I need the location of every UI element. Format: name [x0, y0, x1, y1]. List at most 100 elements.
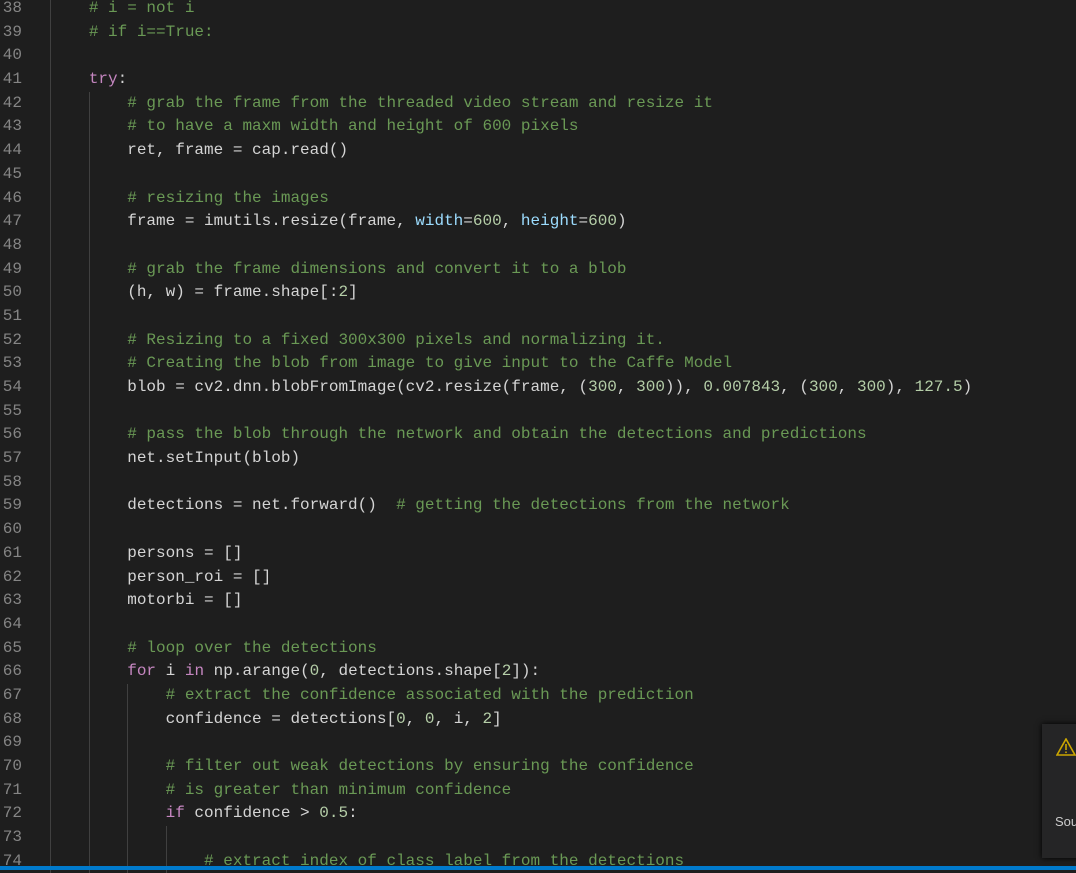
code-text: # Creating the blob from image to give i… — [12, 352, 732, 376]
code-line[interactable]: 41 try: — [0, 68, 1076, 92]
code-text: for i in np.arange(0, detections.shape[2… — [12, 660, 540, 684]
indent-guide — [88, 612, 90, 637]
code-line[interactable]: 47 frame = imutils.resize(frame, width=6… — [0, 210, 1076, 234]
code-token: # resizing the images — [12, 188, 329, 207]
code-line[interactable]: 53 # Creating the blob from image to giv… — [0, 352, 1076, 376]
code-line[interactable]: 66 for i in np.arange(0, detections.shap… — [0, 660, 1076, 684]
line-number: 48 — [2, 235, 22, 254]
code-line[interactable]: 42 # grab the frame from the threaded vi… — [0, 91, 1076, 116]
code-line[interactable]: 60 — [0, 518, 1076, 542]
code-token: # filter out weak detections by ensuring… — [12, 757, 694, 775]
code-line[interactable]: 73 — [0, 826, 1076, 850]
code-text: blob = cv2.dnn.blobFromImage(cv2.resize(… — [12, 376, 972, 400]
code-line[interactable]: 59 detections = net.forward() # getting … — [0, 494, 1076, 519]
code-token: , — [616, 378, 637, 396]
indent-guide — [50, 518, 52, 542]
indent-guide — [50, 399, 52, 424]
code-line[interactable]: 56 # pass the blob through the network a… — [0, 423, 1076, 448]
line-number: 51 — [2, 306, 22, 325]
code-token: 2 — [501, 662, 512, 681]
code-line[interactable]: 68 confidence = detections[0, 0, i, 2] — [0, 707, 1076, 732]
code-text: # filter out weak detections by ensuring… — [12, 755, 694, 779]
code-line[interactable]: 49 # grab the frame dimensions and conve… — [0, 257, 1076, 282]
code-line[interactable]: 51 — [0, 304, 1076, 329]
code-line[interactable]: 70 # filter out weak detections by ensur… — [0, 755, 1076, 779]
code-line[interactable]: 71 # is greater than minimum confidence — [0, 778, 1076, 803]
code-editor[interactable]: 38 # i = not i 39 # if i==True: 40 41 try: 4… — [0, 0, 1076, 873]
code-token: 300 — [808, 378, 838, 396]
code-token: ] — [492, 709, 502, 728]
code-token: # grab the frame from the threaded video… — [12, 93, 713, 112]
code-text: # i = not i — [12, 0, 195, 21]
code-token: , — [837, 378, 857, 396]
code-token: ) — [616, 212, 627, 231]
line-number: 45 — [2, 164, 22, 183]
code-line[interactable]: 39 # if i==True: — [0, 20, 1076, 45]
code-text: # is greater than minimum confidence — [12, 779, 512, 803]
code-text: (h, w) = frame.shape[:2] — [12, 281, 357, 305]
code-line[interactable]: 65 # loop over the detections — [0, 636, 1076, 661]
code-text: if confidence > 0.5: — [12, 802, 358, 826]
indent-guide — [88, 162, 90, 187]
warning-icon — [1055, 737, 1076, 759]
code-line[interactable]: 48 — [0, 233, 1076, 258]
code-token: confidence = detections[ — [12, 709, 397, 728]
code-text: try: — [12, 68, 127, 92]
code-line[interactable]: 64 — [0, 612, 1076, 637]
line-number: 69 — [2, 733, 22, 752]
code-line[interactable]: 63 motorbi = [] — [0, 589, 1076, 613]
code-token: for — [12, 662, 157, 681]
code-line[interactable]: 69 — [0, 731, 1076, 755]
line-number: 64 — [2, 614, 22, 633]
code-token: 600 — [588, 212, 617, 231]
indent-guide — [50, 233, 52, 258]
code-line[interactable]: 46 # resizing the images — [0, 186, 1076, 211]
code-line[interactable]: 61 persons = [] — [0, 541, 1076, 566]
code-line[interactable]: 50 (h, w) = frame.shape[:2] — [0, 281, 1076, 305]
code-text: # Resizing to a fixed 300x300 pixels and… — [12, 329, 665, 353]
code-token: # grab the frame dimensions and convert … — [12, 259, 627, 278]
line-number: 73 — [2, 828, 22, 847]
code-line[interactable]: 45 — [0, 162, 1076, 187]
indent-guide — [50, 44, 52, 69]
indent-guide — [50, 162, 52, 187]
code-line[interactable]: 38 # i = not i — [0, 0, 1076, 21]
indent-guide — [88, 518, 90, 542]
code-token: blob = cv2.dnn.blobFromImage(cv2.resize(… — [12, 378, 589, 396]
indent-guide — [88, 399, 90, 424]
code-line[interactable]: 57 net.setInput(blob) — [0, 447, 1076, 471]
code-line[interactable]: 40 — [0, 44, 1076, 69]
code-token: 0.007843 — [703, 378, 781, 396]
code-line[interactable]: 67 # extract the confidence associated w… — [0, 683, 1076, 708]
code-token: 127.5 — [914, 378, 963, 396]
code-token: 0 — [396, 709, 406, 728]
code-text: confidence = detections[0, 0, i, 2] — [12, 708, 502, 732]
code-text: # loop over the detections — [12, 637, 377, 661]
code-line[interactable]: 72 if confidence > 0.5: — [0, 802, 1076, 827]
code-token: 300 — [588, 378, 617, 396]
indent-guide — [50, 304, 52, 329]
notification-toast[interactable]: Sou — [1042, 724, 1076, 858]
code-token: # getting the detections from the networ… — [396, 496, 790, 515]
code-line[interactable]: 62 person_roi = [] — [0, 565, 1076, 590]
code-token: )), — [664, 378, 704, 396]
code-token: in — [184, 662, 205, 681]
code-token: 300 — [636, 378, 665, 396]
code-text: # extract the confidence associated with… — [12, 684, 694, 708]
code-token: person_roi = [] — [12, 567, 272, 586]
code-token: 0 — [309, 662, 320, 681]
code-token: , — [501, 212, 521, 231]
code-line[interactable]: 52 # Resizing to a fixed 300x300 pixels … — [0, 328, 1076, 353]
code-token: 300 — [856, 378, 886, 396]
code-token: detections = net.forward() — [12, 496, 397, 515]
code-token: confidence > — [184, 804, 320, 823]
code-line[interactable]: 55 — [0, 399, 1076, 424]
code-token: 600 — [472, 212, 502, 231]
code-line[interactable]: 44 ret, frame = cap.read() — [0, 139, 1076, 163]
code-line[interactable]: 58 — [0, 470, 1076, 495]
code-token: , i, — [434, 709, 483, 728]
code-line[interactable]: 54 blob = cv2.dnn.blobFromImage(cv2.resi… — [0, 376, 1076, 400]
code-line[interactable]: 43 # to have a maxm width and height of … — [0, 115, 1076, 140]
code-text: motorbi = [] — [12, 589, 242, 613]
indent-guide — [88, 233, 90, 258]
